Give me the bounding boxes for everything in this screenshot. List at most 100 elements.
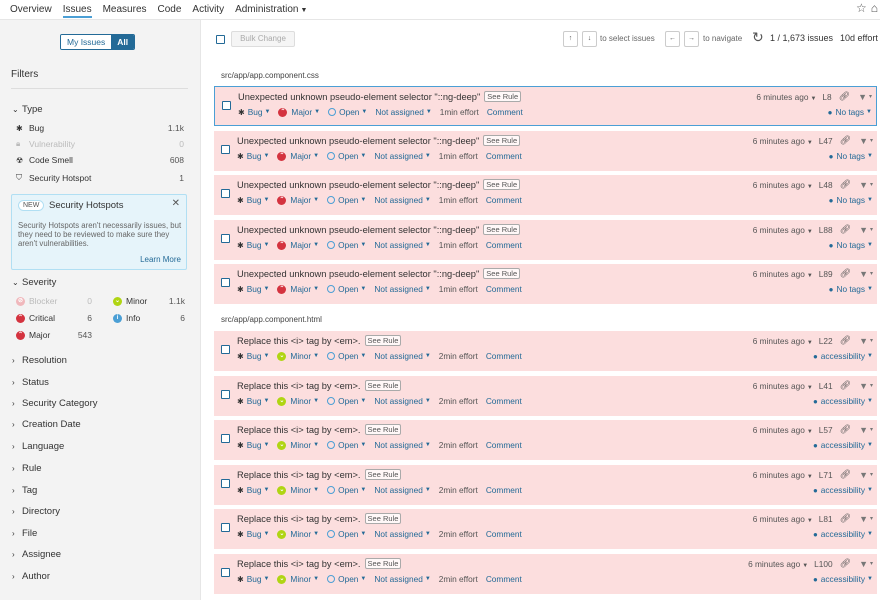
facet-severity-critical[interactable]: ⌃ Critical 6 xyxy=(16,311,96,325)
issue-assignee-dropdown[interactable]: Not assigned ▼ xyxy=(374,440,430,450)
issue-severity-dropdown[interactable]: ⌃ Major ▼ xyxy=(277,195,319,205)
comment-link[interactable]: Comment xyxy=(487,107,523,117)
issue-row[interactable]: Unexpected unknown pseudo-element select… xyxy=(214,175,877,215)
nav-measures[interactable]: Measures xyxy=(103,1,147,18)
issue-row[interactable]: Unexpected unknown pseudo-element select… xyxy=(214,264,877,304)
link-icon[interactable]: 🔗︎ xyxy=(840,135,851,146)
issue-type-dropdown[interactable]: ✱ Bug ▼ xyxy=(237,485,269,495)
see-rule-button[interactable]: See Rule xyxy=(483,179,521,190)
facet-severity-minor[interactable]: ⌄ Minor 1.1k xyxy=(113,294,185,308)
filter-icon[interactable]: ▼ xyxy=(859,559,868,569)
issue-message[interactable]: Unexpected unknown pseudo-element select… xyxy=(237,268,521,279)
facet-type-security-hotspot[interactable]: ⛉ Security Hotspot 1 xyxy=(16,171,184,185)
see-rule-button[interactable]: See Rule xyxy=(484,91,522,102)
issue-assignee-dropdown[interactable]: Not assigned ▼ xyxy=(374,351,430,361)
link-icon[interactable]: 🔗︎ xyxy=(840,469,851,480)
link-icon[interactable]: 🔗︎ xyxy=(840,179,851,190)
facet-severity-header[interactable]: ⌄ Severity xyxy=(12,277,56,288)
filter-icon[interactable]: ▼ xyxy=(859,470,868,480)
issue-row[interactable]: Replace this <i> tag by <em>. See Rule ✱ Bu… xyxy=(214,554,877,594)
issue-tags-dropdown[interactable]: ● No tags ▼ xyxy=(829,284,873,294)
issue-line[interactable]: L41 xyxy=(819,381,833,391)
issue-tags-dropdown[interactable]: ● accessibility ▼ xyxy=(813,529,873,539)
issue-type-dropdown[interactable]: ✱ Bug ▼ xyxy=(237,529,269,539)
facet-severity-blocker[interactable]: ⊘ Blocker 0 xyxy=(16,294,96,308)
issue-checkbox[interactable] xyxy=(221,234,230,243)
facet-type-bug[interactable]: ✱ Bug 1.1k xyxy=(16,121,184,135)
issue-message[interactable]: Replace this <i> tag by <em>. See Rule xyxy=(237,558,402,569)
facet-directory[interactable]: › Directory xyxy=(12,506,60,517)
issue-status-dropdown[interactable]: Open ▼ xyxy=(327,574,366,584)
link-icon[interactable]: 🔗︎ xyxy=(840,380,851,391)
issue-row[interactable]: Replace this <i> tag by <em>. See Rule ✱ Bu… xyxy=(214,376,877,416)
issue-tags-dropdown[interactable]: ● No tags ▼ xyxy=(829,240,873,250)
issue-severity-dropdown[interactable]: ⌄ Minor ▼ xyxy=(277,396,319,406)
facet-author[interactable]: › Author xyxy=(12,571,50,582)
comment-link[interactable]: Comment xyxy=(486,351,522,361)
issue-row[interactable]: Unexpected unknown pseudo-element select… xyxy=(214,86,877,126)
issue-severity-dropdown[interactable]: ⌄ Minor ▼ xyxy=(277,485,319,495)
issue-time-dropdown[interactable]: 6 minutes ago ▼ xyxy=(753,470,813,480)
issue-row[interactable]: Unexpected unknown pseudo-element select… xyxy=(214,131,877,171)
facet-creation-date[interactable]: › Creation Date xyxy=(12,419,81,430)
issue-assignee-dropdown[interactable]: Not assigned ▼ xyxy=(374,151,430,161)
issue-message[interactable]: Replace this <i> tag by <em>. See Rule xyxy=(237,513,402,524)
issue-line[interactable]: L8 xyxy=(822,92,831,102)
issue-time-dropdown[interactable]: 6 minutes ago ▼ xyxy=(753,336,813,346)
issue-type-dropdown[interactable]: ✱ Bug ▼ xyxy=(238,107,270,117)
comment-link[interactable]: Comment xyxy=(486,195,522,205)
issue-severity-dropdown[interactable]: ⌃ Major ▼ xyxy=(277,151,319,161)
issue-line[interactable]: L88 xyxy=(819,225,833,235)
see-rule-button[interactable]: See Rule xyxy=(483,135,521,146)
issue-time-dropdown[interactable]: 6 minutes ago ▼ xyxy=(753,180,813,190)
issue-time-dropdown[interactable]: 6 minutes ago ▼ xyxy=(753,136,813,146)
star-icon[interactable]: ☆ xyxy=(856,1,867,15)
nav-activity[interactable]: Activity xyxy=(192,1,224,18)
issue-row[interactable]: Replace this <i> tag by <em>. See Rule ✱ Bu… xyxy=(214,509,877,549)
issue-assignee-dropdown[interactable]: Not assigned ▼ xyxy=(375,107,431,117)
see-rule-button[interactable]: See Rule xyxy=(364,469,402,480)
issue-time-dropdown[interactable]: 6 minutes ago ▼ xyxy=(753,225,813,235)
facet-severity-info[interactable]: i Info 6 xyxy=(113,311,185,325)
link-icon[interactable]: 🔗︎ xyxy=(840,424,851,435)
issue-line[interactable]: L57 xyxy=(819,425,833,435)
comment-link[interactable]: Comment xyxy=(486,151,522,161)
issue-status-dropdown[interactable]: Open ▼ xyxy=(327,284,366,294)
close-icon[interactable]: ✕ xyxy=(172,198,180,209)
filter-icon[interactable]: ▼ xyxy=(859,225,868,235)
issue-assignee-dropdown[interactable]: Not assigned ▼ xyxy=(374,574,430,584)
issue-severity-dropdown[interactable]: ⌃ Major ▼ xyxy=(278,107,320,117)
facet-assignee[interactable]: › Assignee xyxy=(12,549,61,560)
my-issues-button[interactable]: My Issues xyxy=(61,35,112,49)
issue-tags-dropdown[interactable]: ● accessibility ▼ xyxy=(813,485,873,495)
facet-type-header[interactable]: ⌄ Type xyxy=(12,104,43,115)
issue-time-dropdown[interactable]: 6 minutes ago ▼ xyxy=(753,381,813,391)
issue-line[interactable]: L81 xyxy=(819,514,833,524)
nav-overview[interactable]: Overview xyxy=(10,1,52,18)
see-rule-button[interactable]: See Rule xyxy=(364,335,402,346)
issue-type-dropdown[interactable]: ✱ Bug ▼ xyxy=(237,151,269,161)
issue-status-dropdown[interactable]: Open ▼ xyxy=(328,107,367,117)
issue-line[interactable]: L89 xyxy=(819,269,833,279)
issue-checkbox[interactable] xyxy=(221,345,230,354)
issue-status-dropdown[interactable]: Open ▼ xyxy=(327,151,366,161)
issue-severity-dropdown[interactable]: ⌄ Minor ▼ xyxy=(277,574,319,584)
home-icon[interactable]: ⌂ xyxy=(871,1,878,15)
select-all-checkbox[interactable] xyxy=(216,35,225,44)
issue-status-dropdown[interactable]: Open ▼ xyxy=(327,195,366,205)
issue-time-dropdown[interactable]: 6 minutes ago ▼ xyxy=(756,92,816,102)
issue-checkbox[interactable] xyxy=(221,479,230,488)
issue-time-dropdown[interactable]: 6 minutes ago ▼ xyxy=(753,425,813,435)
issue-checkbox[interactable] xyxy=(221,568,230,577)
issue-checkbox[interactable] xyxy=(221,523,230,532)
issue-type-dropdown[interactable]: ✱ Bug ▼ xyxy=(237,396,269,406)
issue-type-dropdown[interactable]: ✱ Bug ▼ xyxy=(237,574,269,584)
learn-more-link[interactable]: Learn More xyxy=(140,255,181,264)
issue-checkbox[interactable] xyxy=(221,390,230,399)
issue-tags-dropdown[interactable]: ● No tags ▼ xyxy=(829,195,873,205)
issue-checkbox[interactable] xyxy=(222,101,231,110)
issue-checkbox[interactable] xyxy=(221,278,230,287)
issue-type-dropdown[interactable]: ✱ Bug ▼ xyxy=(237,195,269,205)
comment-link[interactable]: Comment xyxy=(486,574,522,584)
issue-message[interactable]: Unexpected unknown pseudo-element select… xyxy=(237,135,521,146)
